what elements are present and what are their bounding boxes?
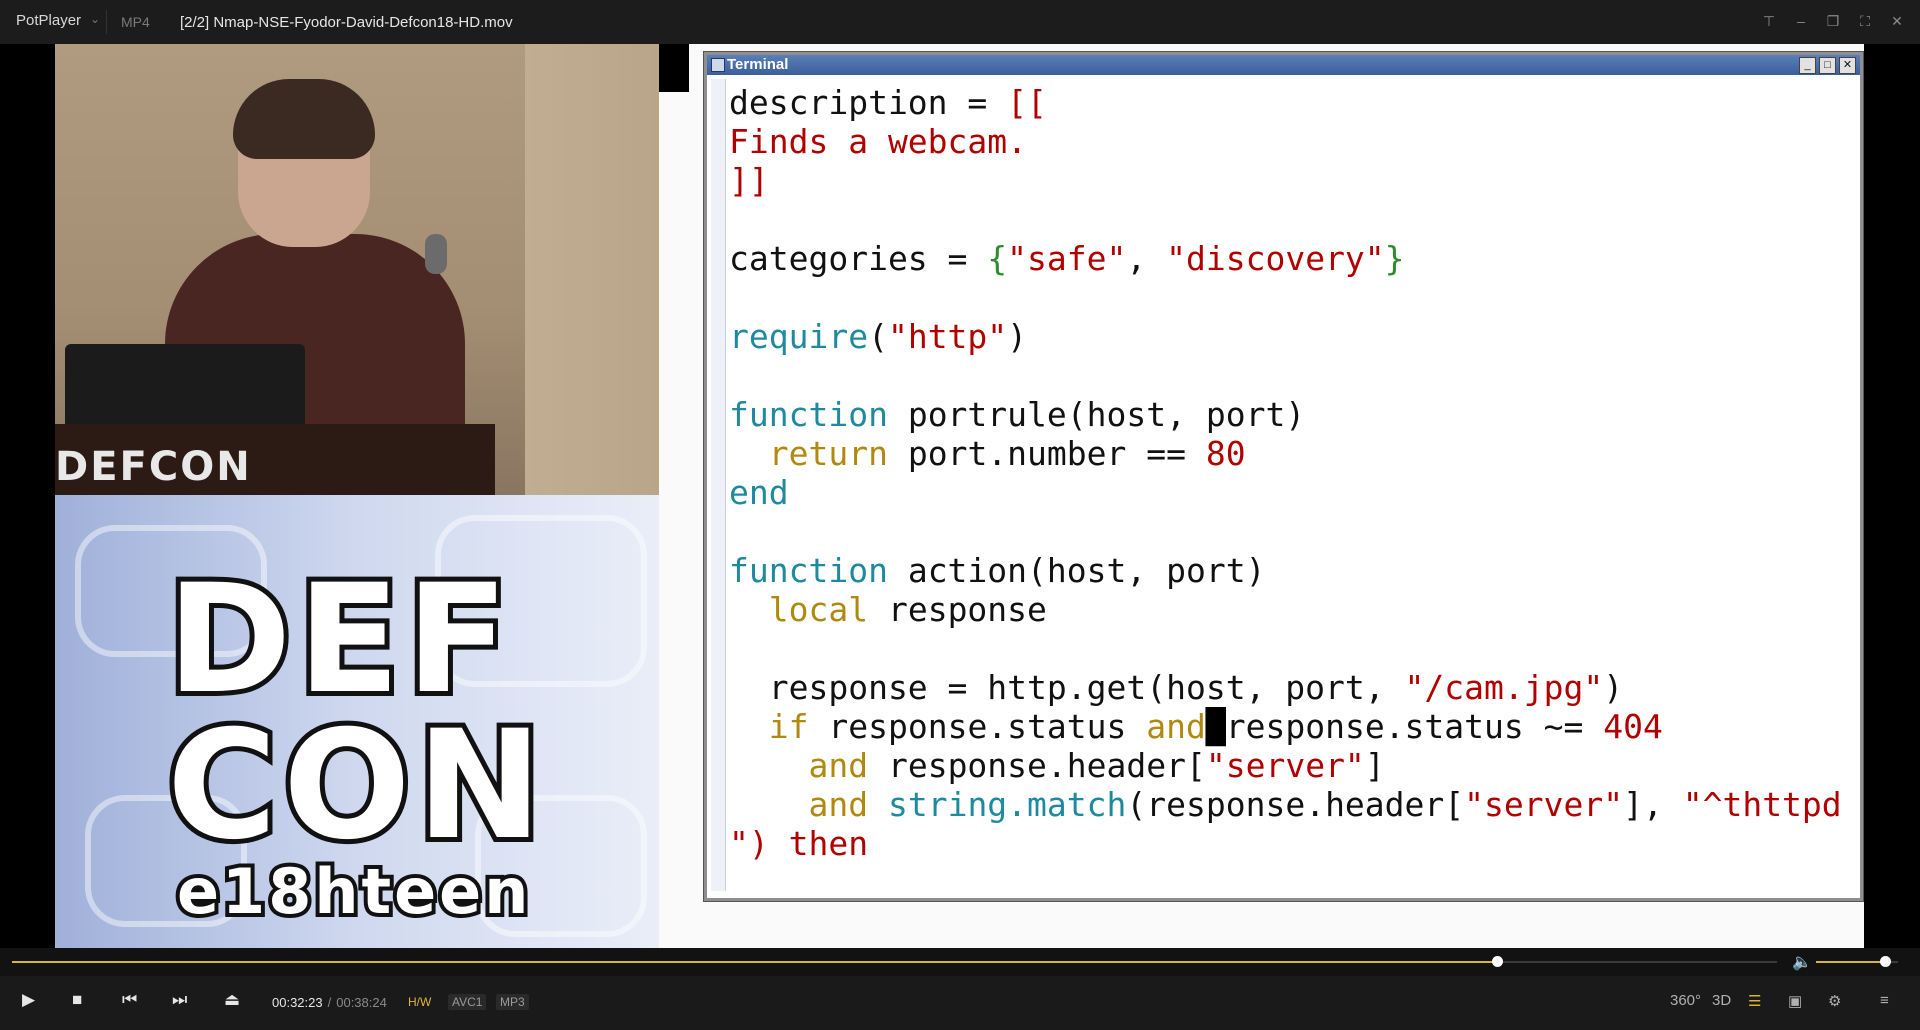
logo-line-def: DEF <box>162 553 515 727</box>
play-icon[interactable]: ▶ <box>22 990 35 1010</box>
microphone <box>425 234 447 274</box>
previous-icon[interactable]: ⏮ <box>122 990 137 1010</box>
terminal-window-controls: _ □ ✕ <box>1799 57 1856 74</box>
terminal-icon <box>711 58 725 72</box>
seek-bar-area: 🔈 <box>0 948 1920 976</box>
stop-icon[interactable]: ■ <box>72 990 82 1010</box>
code-line: local response <box>768 590 1047 629</box>
code-line: Finds a webcam. <box>729 122 1028 161</box>
file-title: [2/2] Nmap-NSE-Fyodor-David-Defcon18-HD.… <box>180 14 513 31</box>
code-line: require("http") <box>729 317 1028 356</box>
code-line: ]] <box>729 161 769 200</box>
volume-slider[interactable] <box>1816 956 1898 967</box>
menu-icon[interactable]: ≡ <box>1880 992 1889 1009</box>
control-bar: ▶ ■ ⏮ ⏭ ⏏ 00:32:23 / 00:38:24 H/W AVC1 MP3… <box>0 976 1920 1030</box>
code-line: end <box>729 473 789 512</box>
window-controls: ⊤ – ❐ ⛶ ✕ <box>1760 12 1906 30</box>
defcon-logo: DEF CON e18hteen <box>162 553 549 928</box>
code-line: function action(host, port) <box>729 551 1266 590</box>
total-time: 00:38:24 <box>336 995 387 1010</box>
close-icon: ✕ <box>1839 57 1856 74</box>
code-line: return port.number == 80 <box>768 434 1246 473</box>
title-divider <box>106 10 107 34</box>
code-line: response = http.get(host, port, "/cam.jp… <box>729 668 1624 707</box>
eject-icon[interactable]: ⏏ <box>224 990 240 1010</box>
hw-decode-badge[interactable]: H/W <box>404 994 435 1010</box>
restore-icon[interactable]: ❐ <box>1824 12 1842 30</box>
title-bar: PotPlayer ⌄ MP4 [2/2] Nmap-NSE-Fyodor-Da… <box>0 0 1920 44</box>
code-line: and string.match(response.header["server… <box>808 785 1842 824</box>
playlist-search-icon[interactable]: ☰ <box>1748 992 1761 1010</box>
code-line: function portrule(host, port) <box>729 395 1306 434</box>
volume-level <box>1816 961 1885 963</box>
audio-codec-badge[interactable]: MP3 <box>496 994 529 1010</box>
video-area[interactable]: DEFCON DEF CON e18hteen Terminal _ □ ✕ d… <box>0 44 1920 948</box>
seek-progress <box>12 961 1498 963</box>
vr-360-button[interactable]: 360° <box>1670 992 1701 1009</box>
defcon-logo-panel: DEF CON e18hteen <box>55 495 659 948</box>
code-line: if response.status and█response.status ~… <box>768 707 1663 746</box>
curtain <box>525 44 659 495</box>
time-display: 00:32:23 / 00:38:24 <box>272 995 387 1010</box>
minimize-icon: _ <box>1799 57 1816 74</box>
volume-icon[interactable]: 🔈 <box>1792 952 1812 972</box>
time-separator: / <box>327 995 332 1010</box>
terminal-title: Terminal <box>727 56 789 73</box>
gear-icon[interactable]: ⚙ <box>1828 992 1841 1010</box>
pin-icon[interactable]: ⊤ <box>1760 12 1778 30</box>
chapter-icon[interactable]: ▣ <box>1788 992 1802 1010</box>
volume-handle[interactable] <box>1879 956 1891 967</box>
slide-corner <box>659 44 689 92</box>
speaker-hair <box>233 79 375 159</box>
seek-handle[interactable] <box>1492 956 1504 967</box>
next-icon[interactable]: ⏭ <box>172 990 187 1010</box>
logo-line-con: CON <box>162 699 549 873</box>
code-listing: description = [[Finds a webcam.]] catego… <box>729 83 1854 888</box>
current-time: 00:32:23 <box>272 995 323 1010</box>
code-line: ") then <box>729 824 869 863</box>
terminal-window: Terminal _ □ ✕ description = [[Finds a w… <box>704 52 1863 901</box>
3d-button[interactable]: 3D <box>1712 992 1731 1009</box>
code-line: and response.header["server"] <box>808 746 1385 785</box>
minimize-icon[interactable]: – <box>1792 12 1810 30</box>
chevron-down-icon[interactable]: ⌄ <box>90 12 100 26</box>
terminal-titlebar: Terminal _ □ ✕ <box>707 55 1860 75</box>
code-line: categories = {"safe", "discovery"} <box>729 239 1405 278</box>
speaker-camera-view: DEFCON <box>55 44 659 495</box>
logo-line-eighteen: e18hteen <box>173 855 532 928</box>
video-codec-badge[interactable]: AVC1 <box>448 994 487 1010</box>
seek-bar[interactable] <box>12 956 1777 967</box>
podium-logo: DEFCON <box>55 444 252 490</box>
terminal-scrollbar <box>711 79 726 891</box>
code-line: description = [[ <box>729 83 1047 122</box>
format-label: MP4 <box>121 14 150 30</box>
fullscreen-icon[interactable]: ⛶ <box>1856 12 1874 30</box>
app-menu-button[interactable]: PotPlayer <box>16 12 81 29</box>
close-icon[interactable]: ✕ <box>1888 12 1906 30</box>
maximize-icon: □ <box>1819 57 1836 74</box>
